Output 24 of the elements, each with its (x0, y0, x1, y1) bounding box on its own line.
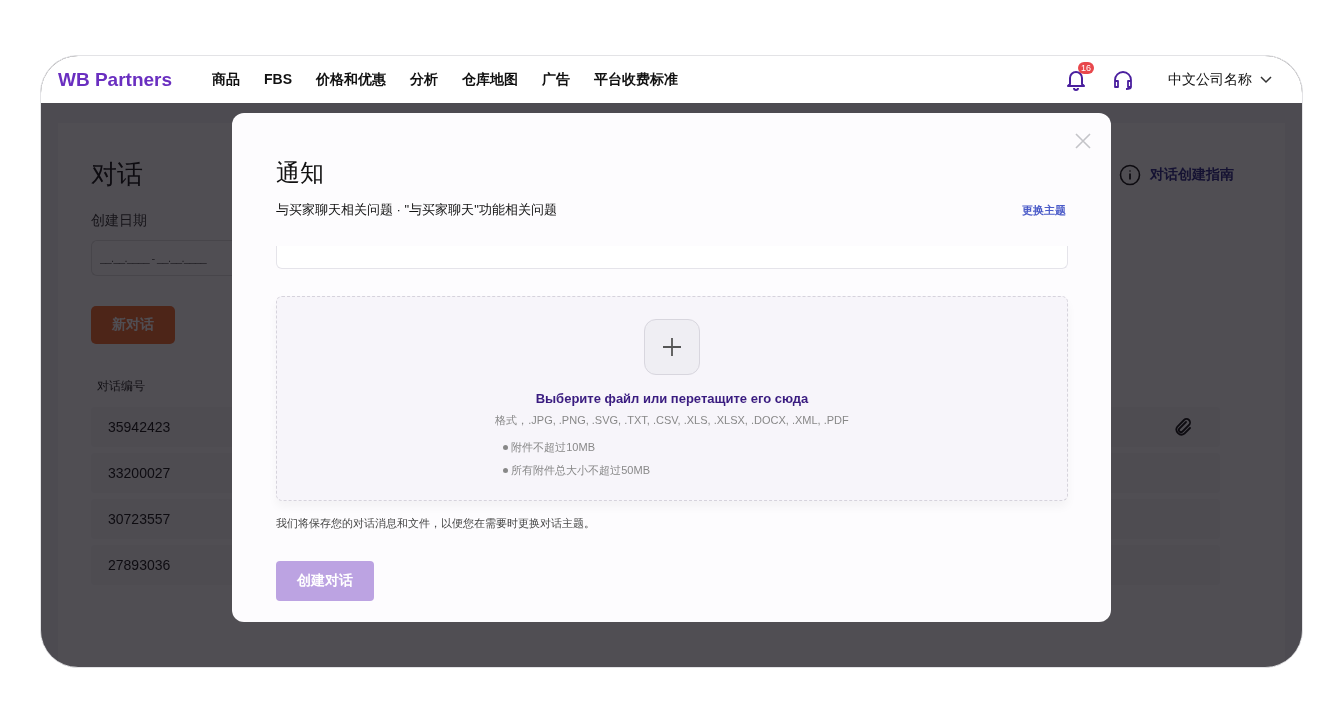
modal-title: 通知 (276, 158, 325, 188)
change-topic-link[interactable]: 更换主题 (1022, 202, 1066, 218)
topic-path: 与买家聊天相关问题 · "与买家聊天"功能相关问题 (276, 201, 557, 219)
dialog-id: 30723557 (108, 511, 171, 527)
rule-text: 所有附件总大小不超过50MB (511, 463, 650, 478)
info-note: 我们将保存您的对话消息和文件，以便您在需要时更换对话主题。 (276, 516, 596, 531)
page-title: 对话 (91, 158, 143, 191)
allowed-formats: 格式，.JPG, .PNG, .SVG, .TXT, .CSV, .XLS, .XLSX, .DOCX, .XML, .PDF (495, 413, 849, 428)
drop-zone-title: Выберите файл или перетащите его сюда (535, 391, 809, 406)
nav-item[interactable]: FBS (264, 70, 293, 89)
file-drop-zone[interactable]: Выберите файл или перетащите его сюда 格式，.JPG, .PNG, .SVG, .TXT, .CSV, .XLS, .XLSX, .DOCX, .XML, .PDF 附件不超过10MB 所有附件总大小不超过50MB (276, 296, 1068, 501)
nav-item[interactable]: 平台收费标准 (594, 70, 679, 89)
dialog-id: 27893036 (108, 557, 171, 573)
nav-item[interactable]: 仓库地图 (462, 70, 519, 89)
dialog-id: 35942423 (108, 419, 171, 435)
nav-item[interactable]: 分析 (410, 70, 439, 89)
rule-text: 附件不超过10MB (511, 440, 595, 455)
notification-badge: 16 (1078, 61, 1094, 74)
nav-item[interactable]: 广告 (542, 70, 571, 89)
company-name[interactable]: 中文公司名称 (1168, 70, 1252, 89)
nav-item[interactable]: 价格和优惠 (316, 70, 387, 89)
logo[interactable]: WB Partners (58, 68, 173, 91)
nav-item[interactable]: 商品 (212, 70, 241, 89)
dialog-id: 33200027 (108, 465, 171, 481)
